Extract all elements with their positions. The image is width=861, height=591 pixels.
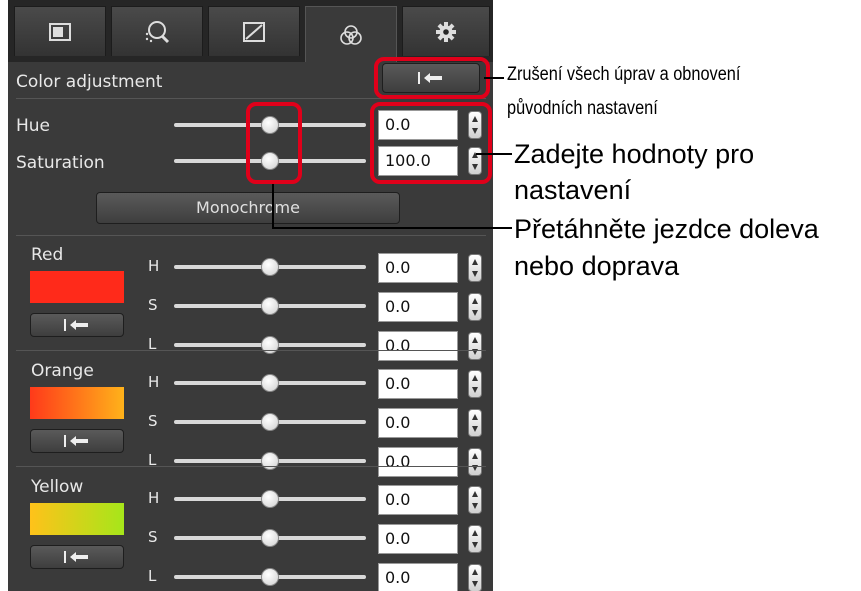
values-highlight <box>370 102 492 184</box>
swatch-yellow <box>30 503 124 535</box>
orange-s-label: S <box>148 412 158 430</box>
yellow-s-slider-knob[interactable] <box>261 529 279 547</box>
orange-l-slider-knob[interactable] <box>261 452 279 470</box>
tab-basic-image-adjustment[interactable] <box>14 6 106 56</box>
red-s-value-field[interactable]: 0.0 <box>378 292 458 322</box>
sliders-highlight <box>246 102 302 184</box>
orange-h-slider-knob[interactable] <box>261 374 279 392</box>
yellow-s-value-field[interactable]: 0.0 <box>378 524 458 554</box>
reset-highlight <box>374 57 490 99</box>
yellow-l-stepper[interactable] <box>468 564 482 591</box>
orange-h-value-field[interactable]: 0.0 <box>378 369 458 399</box>
callout-sliders-line2: nebo doprava <box>514 251 680 281</box>
section-title: Color adjustment <box>16 72 163 92</box>
saturation-label: Saturation <box>16 153 105 173</box>
orange-h-label: H <box>148 373 160 391</box>
callout-reset-line1: Zrušení všech úprav a obnovení <box>507 64 741 85</box>
tab-tone-curve[interactable] <box>208 6 300 56</box>
swatch-red <box>30 271 124 303</box>
yellow-s-stepper[interactable] <box>468 525 482 553</box>
red-h-label: H <box>148 257 160 275</box>
callout-values-line1: Zadejte hodnoty pro <box>514 139 755 169</box>
tab-detail-adjustment[interactable] <box>111 6 203 56</box>
yellow-h-label: H <box>148 489 160 507</box>
callout-sliders-line1: Přetáhněte jezdce doleva <box>514 214 819 244</box>
group-name-orange: Orange <box>31 361 94 381</box>
rectangle-icon <box>49 22 71 41</box>
group-name-yellow: Yellow <box>31 477 84 497</box>
red-l-stepper[interactable] <box>468 332 482 360</box>
orange-s-value-field[interactable]: 0.0 <box>378 408 458 438</box>
callout-line-reset <box>484 77 504 79</box>
section-divider <box>16 350 486 351</box>
callout-values-line2: nastavení <box>514 175 632 205</box>
red-h-slider-knob[interactable] <box>261 258 279 276</box>
reset-orange-button[interactable] <box>30 429 124 453</box>
orange-s-stepper[interactable] <box>468 409 482 437</box>
tab-settings[interactable] <box>402 6 490 56</box>
orange-l-stepper[interactable] <box>468 448 482 476</box>
color-circles-icon <box>340 24 362 45</box>
red-h-value-field[interactable]: 0.0 <box>378 253 458 283</box>
callout-line-sliders <box>272 227 512 229</box>
tab-color-adjustment[interactable] <box>305 6 397 62</box>
swatch-orange <box>30 387 124 419</box>
hue-label: Hue <box>16 116 51 136</box>
reset-yellow-button[interactable] <box>30 545 124 569</box>
yellow-h-slider-knob[interactable] <box>261 490 279 508</box>
section-divider <box>16 235 486 236</box>
red-h-stepper[interactable] <box>468 254 482 282</box>
orange-l-value-field[interactable]: 0.0 <box>378 447 458 477</box>
reset-arrow-icon <box>64 435 88 447</box>
red-s-slider-knob[interactable] <box>261 297 279 315</box>
section-divider <box>16 466 486 467</box>
reset-red-button[interactable] <box>30 313 124 337</box>
gear-icon <box>436 21 456 42</box>
callout-line-values <box>476 153 512 155</box>
red-l-value-field[interactable]: 0.0 <box>378 331 458 361</box>
orange-h-stepper[interactable] <box>468 370 482 398</box>
yellow-s-label: S <box>148 528 158 546</box>
callout-line-sliders-vertical <box>272 184 274 228</box>
color-adjustment-panel: Color adjustment Hue 0.0 Saturation 100.… <box>8 0 493 591</box>
yellow-h-stepper[interactable] <box>468 486 482 514</box>
red-l-slider-knob[interactable] <box>261 336 279 354</box>
red-s-label: S <box>148 296 158 314</box>
curve-icon <box>243 21 265 42</box>
yellow-h-value-field[interactable]: 0.0 <box>378 485 458 515</box>
reset-arrow-icon <box>64 319 88 331</box>
reset-arrow-icon <box>64 551 88 563</box>
orange-s-slider-knob[interactable] <box>261 413 279 431</box>
magnifier-icon <box>145 20 170 43</box>
yellow-l-value-field[interactable]: 0.0 <box>378 563 458 591</box>
group-name-red: Red <box>31 245 64 265</box>
monochrome-button[interactable]: Monochrome <box>96 192 400 224</box>
tab-bar <box>8 0 493 62</box>
callout-reset-line2: původních nastavení <box>507 98 658 119</box>
yellow-l-label: L <box>148 567 157 585</box>
yellow-l-slider-knob[interactable] <box>261 568 279 586</box>
red-s-stepper[interactable] <box>468 293 482 321</box>
